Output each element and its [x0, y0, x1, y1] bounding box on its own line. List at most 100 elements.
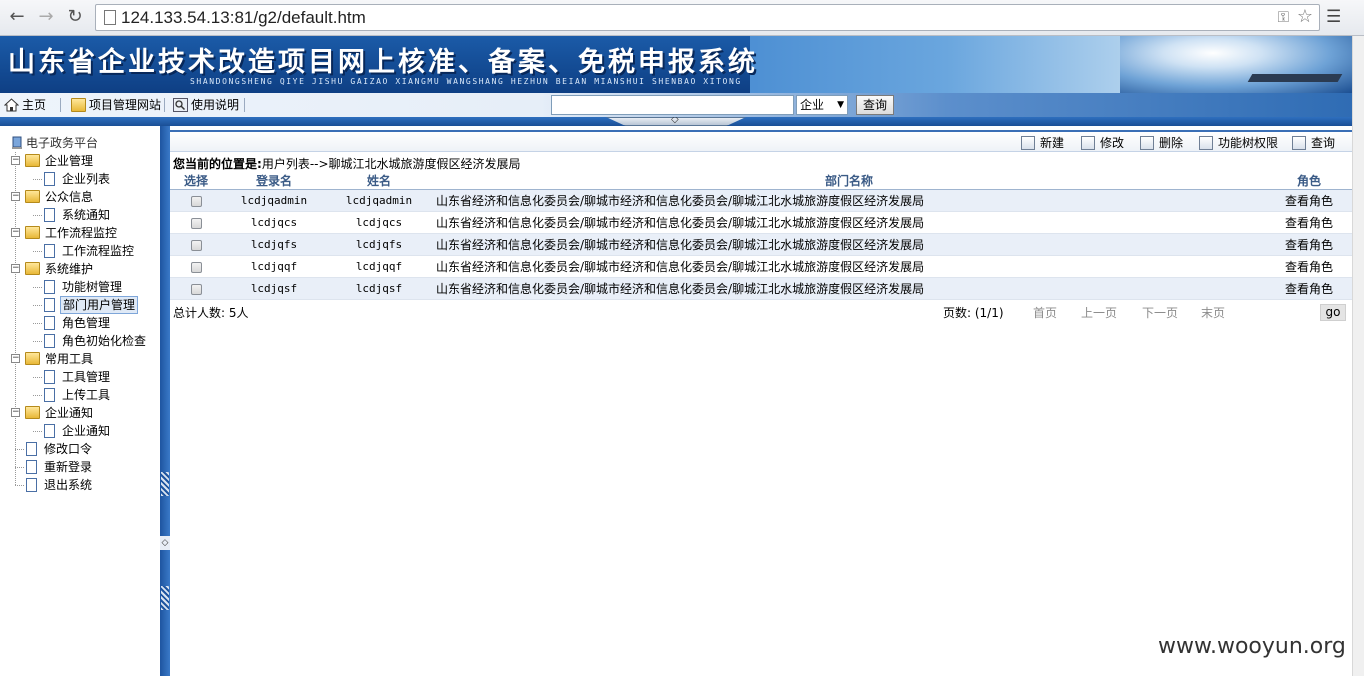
cell-login: lcdjqcs — [222, 211, 326, 234]
banner-title: 山东省企业技术改造项目网上核准、备案、免税申报系统 — [8, 47, 758, 78]
tree-connector — [33, 215, 42, 216]
breadcrumb-path: 用户列表-->聊城江北水城旅游度假区经济发展局 — [261, 157, 521, 171]
next-page-link[interactable]: 下一页 — [1142, 304, 1178, 321]
view-role-link[interactable]: 查看角色 — [1266, 211, 1352, 234]
cell-login: lcdjqqf — [222, 255, 326, 278]
edit-label: 修改 — [1100, 136, 1125, 150]
col-header-name: 姓名 — [326, 172, 432, 190]
forward-arrow-icon[interactable]: → — [35, 6, 57, 28]
sidebar-tree: 电子政务平台 − 企业管理 企业列表 − 公众信息 系统通知 − 工作流程监控 工作流程监控 − 系… — [0, 126, 160, 676]
browser-menu-icon[interactable]: ☰ — [1326, 7, 1341, 27]
reload-icon[interactable]: ↻ — [64, 6, 86, 28]
table-row: lcdjqcs lcdjqcs 山东省经济和信息化委员会/聊城市经济和信息化委员会/… — [170, 211, 1352, 234]
header-collapse-handle[interactable]: ◇ — [606, 117, 746, 126]
tree-folder-label: 系统维护 — [45, 262, 94, 276]
search-type-value: 企业 — [800, 98, 825, 112]
tree-item-label: 角色初始化检查 — [62, 334, 147, 348]
folder-icon — [25, 226, 40, 239]
new-button[interactable]: 新建 — [1019, 135, 1064, 151]
tree-folder-label: 企业通知 — [45, 406, 94, 420]
select-cell — [170, 233, 222, 256]
tree-item-label: 部门用户管理 — [60, 296, 139, 314]
search-type-select[interactable]: 企业 ▼ — [796, 95, 848, 115]
main-panel: 新建 修改 删除 功能树权限 查询 您当前的位置是:用户列表-->聊城江北水城旅… — [170, 126, 1352, 676]
search-button[interactable]: 查询 — [856, 95, 894, 115]
last-page-link[interactable]: 末页 — [1201, 304, 1225, 321]
cell-dept: 山东省经济和信息化委员会/聊城市经济和信息化委员会/聊城江北水城旅游度假区经济发… — [432, 211, 1266, 234]
tree-collapse-icon[interactable]: − — [11, 228, 20, 237]
bookmark-star-icon[interactable]: ☆ — [1297, 6, 1313, 27]
tree-item-label: 修改口令 — [44, 442, 93, 456]
tree-connector — [15, 485, 24, 486]
prev-page-link[interactable]: 上一页 — [1081, 304, 1117, 321]
row-checkbox[interactable] — [190, 283, 202, 295]
splitter-grip[interactable] — [161, 472, 169, 496]
sidebar-splitter[interactable]: ◇ — [160, 126, 170, 676]
row-checkbox[interactable] — [190, 261, 202, 273]
document-icon — [44, 424, 55, 438]
page-scrollbar[interactable] — [1352, 36, 1364, 676]
edit-button[interactable]: 修改 — [1079, 135, 1124, 151]
row-checkbox[interactable] — [190, 217, 202, 229]
first-page-link[interactable]: 首页 — [1033, 304, 1057, 321]
tree-folder-label: 工作流程监控 — [45, 226, 118, 240]
new-label: 新建 — [1040, 136, 1065, 150]
key-icon[interactable]: ⚿ — [1278, 8, 1289, 26]
banner-seascape-image — [1120, 36, 1352, 93]
search-input[interactable] — [551, 95, 794, 115]
toolbar-divider — [244, 98, 245, 112]
tree-item-label: 工具管理 — [62, 370, 111, 384]
tree-collapse-icon[interactable]: − — [11, 264, 20, 273]
page-icon — [104, 10, 116, 25]
tree-item-label: 企业通知 — [62, 424, 111, 438]
address-bar[interactable]: 124.133.54.13:81/g2/default.htm ⚿ ☆ — [95, 4, 1320, 31]
document-icon — [44, 388, 55, 402]
address-url[interactable]: 124.133.54.13:81/g2/default.htm — [121, 8, 366, 28]
document-icon — [26, 442, 37, 456]
splitter-toggle-icon[interactable]: ◇ — [160, 536, 170, 550]
delete-button[interactable]: 删除 — [1138, 135, 1183, 151]
row-checkbox[interactable] — [190, 239, 202, 251]
view-role-link[interactable]: 查看角色 — [1266, 277, 1352, 300]
view-role-link[interactable]: 查看角色 — [1266, 233, 1352, 256]
go-button[interactable]: go — [1320, 304, 1346, 321]
document-icon — [44, 172, 55, 186]
pagination-bar: 总计人数: 5人 页数: (1/1) 首页 上一页 下一页 末页 go — [170, 304, 1352, 322]
tree-collapse-icon[interactable]: − — [11, 192, 20, 201]
document-icon — [44, 298, 55, 312]
home-link[interactable]: 主页 — [2, 96, 46, 114]
row-checkbox[interactable] — [190, 195, 202, 207]
view-role-link[interactable]: 查看角色 — [1266, 255, 1352, 278]
tree-connector — [15, 467, 24, 468]
folder-icon — [25, 190, 40, 203]
select-cell — [170, 211, 222, 234]
document-icon — [44, 334, 55, 348]
cell-login: lcdjqfs — [222, 233, 326, 256]
tree-collapse-icon[interactable]: − — [11, 408, 20, 417]
back-arrow-icon[interactable]: ← — [6, 6, 28, 28]
tree-connector — [33, 395, 42, 396]
table-header-row: 选择 登录名 姓名 部门名称 角色 — [170, 172, 1352, 190]
splitter-grip[interactable] — [161, 586, 169, 610]
action-toolbar: 新建 修改 删除 功能树权限 查询 — [170, 130, 1352, 152]
total-count: 总计人数: 5人 — [173, 306, 249, 320]
tree-collapse-icon[interactable]: − — [11, 354, 20, 363]
tree-collapse-icon[interactable]: − — [11, 156, 20, 165]
cell-login: lcdjqadmin — [222, 189, 326, 212]
permissions-icon — [1199, 136, 1213, 150]
help-link[interactable]: 使用说明 — [171, 96, 239, 114]
document-icon — [44, 280, 55, 294]
tree-connector — [33, 323, 42, 324]
tree-connector — [33, 341, 42, 342]
computer-icon — [10, 136, 25, 149]
tree-connector — [33, 251, 42, 252]
select-cell — [170, 255, 222, 278]
query-button[interactable]: 查询 — [1290, 135, 1335, 151]
permissions-button[interactable]: 功能树权限 — [1197, 135, 1278, 151]
table-row: lcdjqadmin lcdjqadmin 山东省经济和信息化委员会/聊城市经济和信… — [170, 189, 1352, 212]
user-table-body: lcdjqadmin lcdjqadmin 山东省经济和信息化委员会/聊城市经济和信… — [170, 189, 1352, 300]
project-site-link[interactable]: 项目管理网站 — [69, 96, 161, 114]
cell-name: lcdjqcs — [326, 211, 432, 234]
tree-folder-label: 常用工具 — [45, 352, 94, 366]
view-role-link[interactable]: 查看角色 — [1266, 189, 1352, 212]
